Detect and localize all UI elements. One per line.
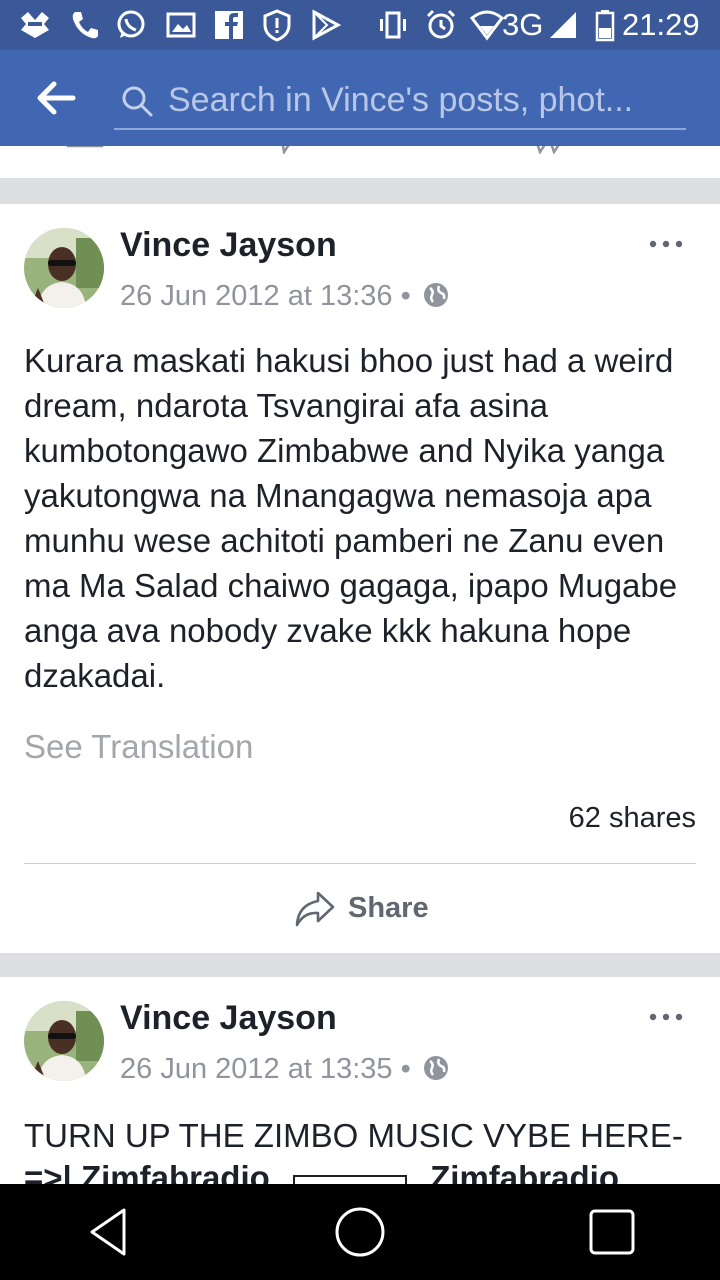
avatar[interactable] bbox=[24, 228, 104, 308]
send-icon bbox=[536, 146, 560, 154]
share-icon bbox=[281, 146, 290, 154]
post-timestamp[interactable]: 26 Jun 2012 at 13:36 bbox=[120, 280, 393, 312]
search-icon bbox=[122, 86, 153, 117]
post-card: Vince Jayson 26 Jun 2012 at 13:36 • Kura… bbox=[0, 204, 720, 953]
post-link-line[interactable]: =>| Zimfabradio Zimfabradio bbox=[24, 1159, 619, 1184]
search-header bbox=[0, 50, 720, 146]
home-nav-icon[interactable] bbox=[334, 1206, 386, 1258]
battery-icon bbox=[595, 10, 615, 42]
post-author[interactable]: Vince Jayson bbox=[120, 999, 337, 1038]
post-timestamp[interactable]: 26 Jun 2012 at 13:35 bbox=[120, 1053, 393, 1085]
post-body: TURN UP THE ZIMBO MUSIC VYBE HERE- bbox=[24, 1117, 683, 1154]
phone-icon bbox=[72, 12, 98, 39]
share-count[interactable]: 62 shares bbox=[569, 802, 696, 835]
comment-icon bbox=[66, 146, 104, 148]
link-preview-box bbox=[292, 1175, 407, 1184]
post-body: Kurara maskati hakusi bhoo just had a we… bbox=[24, 342, 678, 694]
share-label: Share bbox=[348, 892, 429, 924]
post-meta: 26 Jun 2012 at 13:36 • bbox=[120, 280, 449, 313]
android-navigation-bar bbox=[0, 1184, 720, 1280]
see-translation-link[interactable]: See Translation bbox=[24, 728, 253, 766]
search-box[interactable] bbox=[114, 70, 686, 130]
recents-nav-icon[interactable] bbox=[586, 1206, 638, 1258]
shield-alert-icon bbox=[263, 9, 291, 42]
gallery-icon bbox=[166, 12, 196, 38]
facebook-icon bbox=[215, 11, 243, 39]
post-meta: 26 Jun 2012 at 13:35 • bbox=[120, 1053, 449, 1086]
wifi-icon bbox=[470, 10, 504, 41]
globe-icon bbox=[423, 283, 448, 307]
status-bar: 3G 21:29 bbox=[0, 0, 720, 50]
vibrate-icon bbox=[380, 11, 406, 39]
back-nav-icon[interactable] bbox=[84, 1206, 136, 1258]
globe-icon bbox=[423, 1056, 448, 1080]
network-type: 3G bbox=[502, 7, 544, 42]
post-author[interactable]: Vince Jayson bbox=[120, 226, 337, 265]
previous-post-actions bbox=[0, 146, 720, 178]
signal-icon bbox=[550, 12, 576, 38]
whatsapp-icon bbox=[117, 10, 145, 38]
avatar[interactable] bbox=[24, 1001, 104, 1081]
link-text[interactable]: =>| Zimfabradio bbox=[24, 1159, 279, 1184]
play-store-icon bbox=[312, 9, 342, 41]
search-input[interactable] bbox=[166, 76, 680, 124]
alarm-icon bbox=[426, 9, 456, 39]
share-arrow-icon bbox=[295, 891, 335, 927]
back-arrow-icon[interactable] bbox=[36, 80, 76, 116]
divider bbox=[24, 863, 696, 864]
meta-separator: • bbox=[400, 1053, 411, 1085]
meta-separator: • bbox=[400, 280, 411, 312]
app-notification-icon bbox=[21, 12, 49, 38]
more-options-icon[interactable] bbox=[648, 1011, 684, 1023]
more-options-icon[interactable] bbox=[648, 238, 684, 250]
post-card: Vince Jayson 26 Jun 2012 at 13:35 • TURN… bbox=[0, 977, 720, 1184]
link-text-2[interactable]: Zimfabradio bbox=[421, 1159, 619, 1184]
clock: 21:29 bbox=[622, 7, 700, 42]
